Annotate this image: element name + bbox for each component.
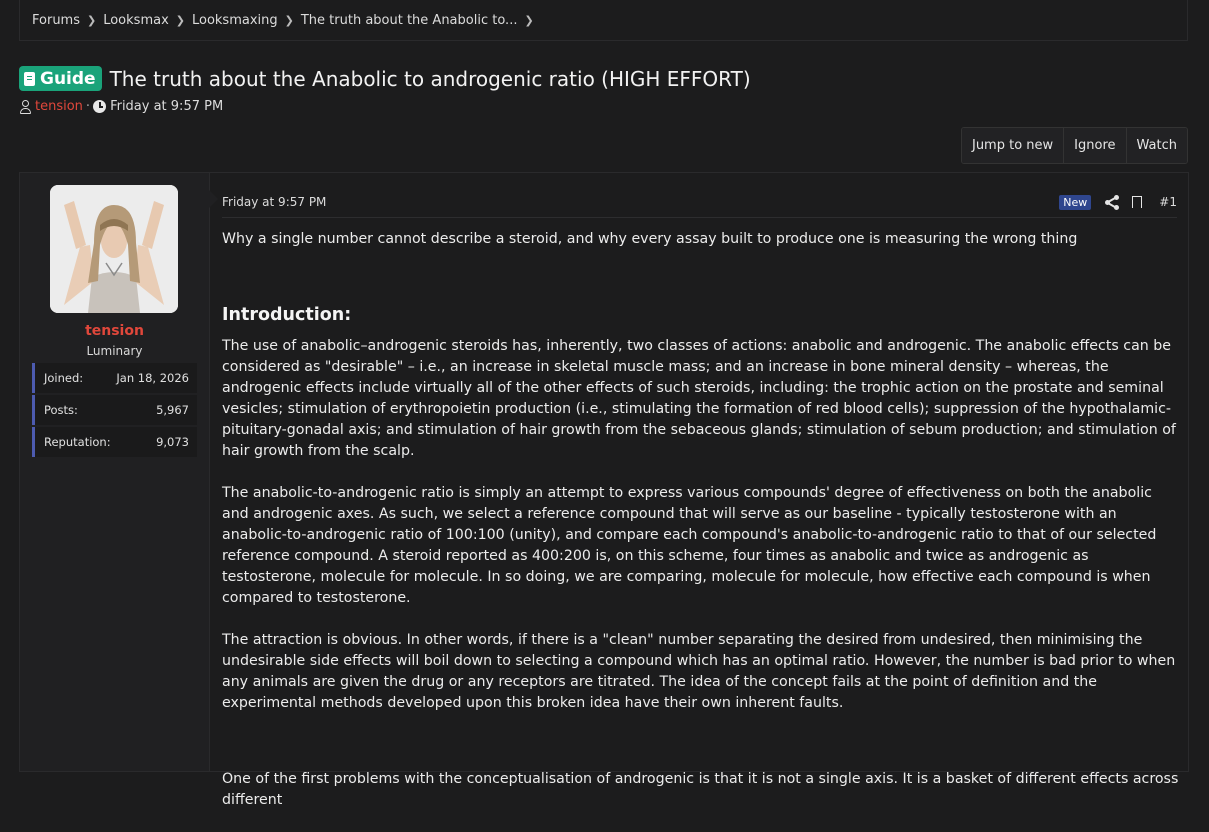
clock-icon [93, 100, 107, 113]
user-title: Luminary [86, 344, 143, 358]
guide-badge[interactable]: Guide [19, 66, 102, 91]
chevron-right-icon: ❯ [87, 13, 97, 27]
meta-separator: · [85, 99, 91, 114]
stat-label: Reputation: [44, 435, 111, 449]
stat-joined: Joined: Jan 18, 2026 [32, 363, 197, 393]
post-number-link[interactable]: #1 [1159, 195, 1177, 209]
stat-label: Posts: [44, 403, 78, 417]
stat-posts: Posts: 5,967 [32, 395, 197, 425]
stat-reputation: Reputation: 9,073 [32, 427, 197, 457]
stat-value: Jan 18, 2026 [116, 371, 189, 385]
post-username[interactable]: tension [20, 323, 209, 339]
post-user-cell: tension Luminary Joined: Jan 18, 2026 Po… [20, 173, 210, 771]
post-paragraph: The attraction is obvious. In other word… [222, 632, 1176, 711]
ignore-button[interactable]: Ignore [1063, 128, 1126, 163]
avatar[interactable] [50, 185, 178, 313]
post-paragraph: One of the first problems with the conce… [222, 771, 1179, 808]
thread-meta: tension · Friday at 9:57 PM [19, 99, 223, 114]
thread-actions: Jump to new Ignore Watch [960, 127, 1188, 164]
chevron-right-icon: ❯ [175, 13, 185, 27]
page-title: The truth about the Anabolic to androgen… [109, 66, 751, 91]
thread-date[interactable]: Friday at 9:57 PM [110, 99, 223, 114]
stat-value: 9,073 [156, 435, 189, 449]
section-heading: Introduction: [222, 305, 352, 325]
breadcrumb-looksmaxing[interactable]: Looksmaxing [192, 13, 278, 28]
breadcrumb: Forums ❯ Looksmax ❯ Looksmaxing ❯ The tr… [19, 0, 1188, 41]
chevron-right-icon: ❯ [524, 13, 534, 27]
avatar-image [50, 185, 178, 313]
post-date[interactable]: Friday at 9:57 PM [222, 195, 1059, 209]
post-lead: Why a single number cannot describe a st… [222, 231, 1078, 247]
share-icon[interactable] [1105, 195, 1120, 210]
watch-button[interactable]: Watch [1125, 128, 1187, 163]
stat-value: 5,967 [156, 403, 189, 417]
thread-author-link[interactable]: tension [35, 99, 83, 114]
user-cell-arrow [209, 190, 218, 208]
chevron-right-icon: ❯ [284, 13, 294, 27]
post-header: Friday at 9:57 PM New #1 [222, 187, 1177, 218]
user-stats: Joined: Jan 18, 2026 Posts: 5,967 Reputa… [32, 363, 197, 459]
breadcrumb-looksmax[interactable]: Looksmax [103, 13, 169, 28]
user-icon [19, 99, 32, 114]
post-paragraph: The anabolic-to-androgenic ratio is simp… [222, 485, 1157, 606]
thread-title-row: Guide The truth about the Anabolic to an… [19, 66, 751, 91]
guide-badge-label: Guide [40, 68, 96, 89]
stat-label: Joined: [44, 371, 84, 385]
post-body: Why a single number cannot describe a st… [222, 229, 1182, 832]
breadcrumb-thread[interactable]: The truth about the Anabolic to... [301, 13, 518, 28]
jump-to-new-button[interactable]: Jump to new [961, 128, 1064, 163]
book-icon [24, 71, 35, 86]
breadcrumb-forums[interactable]: Forums [32, 13, 80, 28]
bookmark-icon[interactable] [1132, 196, 1143, 209]
post-paragraph: The use of anabolic–androgenic steroids … [222, 338, 1176, 459]
post: tension Luminary Joined: Jan 18, 2026 Po… [19, 172, 1189, 808]
new-badge: New [1059, 194, 1092, 210]
